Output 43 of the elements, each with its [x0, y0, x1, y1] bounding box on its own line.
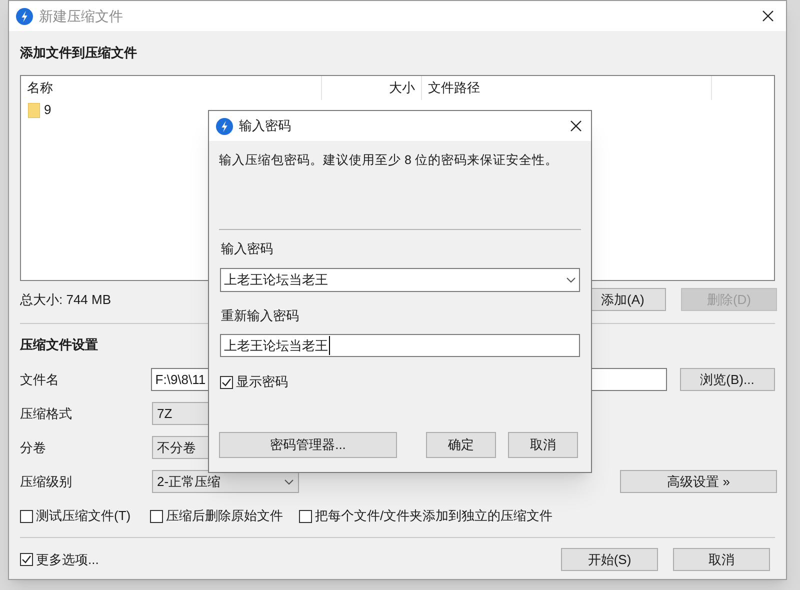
field-label: 文件名: [20, 370, 60, 389]
field-label: 输入密码: [220, 240, 274, 258]
column-header[interactable]: 大小: [321, 76, 421, 100]
checkbox[interactable]: [220, 376, 233, 388]
app-logo-icon: [16, 8, 33, 24]
button[interactable]: 密码管理器...: [219, 432, 397, 458]
button[interactable]: 取消: [508, 432, 578, 458]
field-label: 分卷: [20, 438, 47, 457]
checkbox-label: 更多选项...: [36, 550, 99, 569]
close-icon[interactable]: [570, 120, 582, 132]
checkbox-label: 显示密码: [236, 373, 288, 392]
field-label: 压缩级别: [20, 472, 73, 491]
section-title: 压缩文件设置: [20, 336, 98, 354]
file-name: 9: [44, 101, 52, 120]
checkbox-label: 把每个文件/文件夹添加到独立的压缩文件: [315, 507, 553, 526]
total-size: 总大小: 744 MB: [20, 290, 112, 309]
chevron-down-icon: [566, 277, 576, 283]
app-logo-icon: [216, 118, 233, 134]
button[interactable]: 开始(S): [561, 548, 658, 571]
checkbox[interactable]: [20, 553, 33, 566]
message-text: 输入压缩包密码。建议使用至少 8 位的密码来保证安全性。: [219, 152, 559, 169]
button[interactable]: 浏览(B)...: [680, 368, 775, 391]
button[interactable]: 确定: [426, 432, 496, 458]
button[interactable]: 取消: [673, 548, 770, 571]
password-combobox[interactable]: 上老王论坛当老王: [220, 268, 580, 292]
field-label: 压缩格式: [20, 404, 73, 423]
dialog-title: 输入密码: [239, 117, 291, 136]
folder-icon: [28, 102, 40, 118]
checkbox-label: 测试压缩文件(T): [36, 507, 131, 526]
section-title: 添加文件到压缩文件: [20, 44, 137, 62]
window-title: 新建压缩文件: [39, 6, 123, 26]
checkbox-label: 压缩后删除原始文件: [166, 507, 283, 526]
column-header[interactable]: 文件路径: [421, 76, 711, 100]
dropdown[interactable]: 2-正常压缩: [152, 470, 299, 493]
input-field[interactable]: 上老王论坛当老王: [220, 334, 580, 357]
chevron-down-icon: [284, 478, 294, 484]
close-icon[interactable]: [762, 10, 774, 22]
checkbox[interactable]: [20, 510, 33, 522]
button[interactable]: 高级设置 »: [620, 470, 777, 493]
checkbox[interactable]: [299, 510, 312, 522]
column-header[interactable]: 名称: [21, 76, 321, 100]
checkbox[interactable]: [150, 510, 163, 522]
field-label: 重新输入密码: [220, 307, 300, 325]
